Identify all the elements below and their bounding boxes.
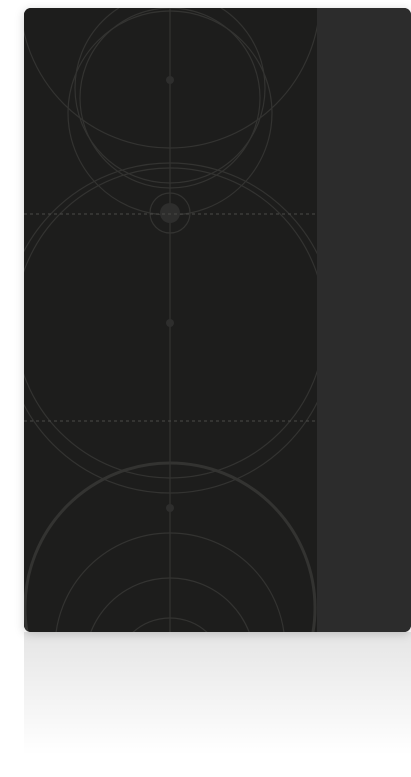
stage [0, 0, 411, 777]
pattern-node [166, 319, 174, 327]
device-frame [24, 8, 411, 632]
device-reflection [24, 632, 411, 777]
left-panel [24, 8, 317, 632]
decorative-circle-pattern [24, 8, 317, 632]
pattern-node [166, 76, 174, 84]
right-panel [317, 8, 411, 632]
pattern-node [160, 203, 180, 223]
pattern-node [166, 504, 174, 512]
